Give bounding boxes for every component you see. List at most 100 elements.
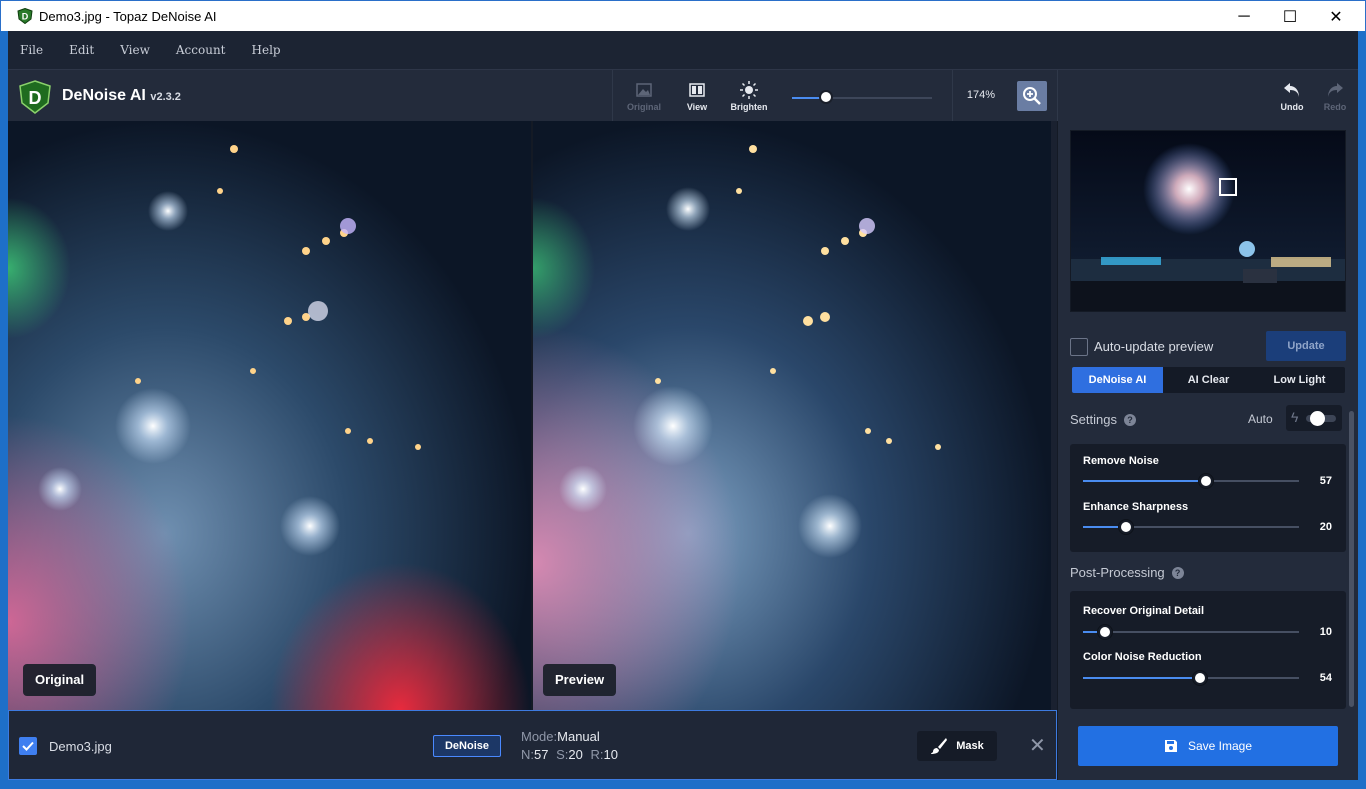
preview-view-label: Preview — [543, 664, 617, 696]
navigator-thumbnail[interactable] — [1070, 130, 1346, 312]
svg-text:D: D — [29, 88, 42, 108]
recover-detail-thumb[interactable] — [1097, 625, 1112, 639]
tab-ai-clear[interactable]: AI Clear — [1163, 367, 1254, 393]
checkmark-icon — [22, 741, 34, 751]
panel-scrollbar[interactable] — [1349, 411, 1354, 707]
tab-low-light[interactable]: Low Light — [1254, 367, 1345, 393]
undo-button[interactable]: Undo — [1270, 80, 1314, 112]
menu-edit[interactable]: Edit — [69, 43, 94, 57]
toolbar-divider — [1057, 70, 1058, 122]
original-label: Original — [626, 102, 661, 112]
original-image — [8, 121, 531, 710]
noise-value: 57 — [534, 747, 549, 762]
noise-key: N: — [521, 747, 534, 762]
sharpness-value: 20 — [568, 747, 583, 762]
view-mode-button[interactable]: View — [675, 80, 719, 112]
brighten-button[interactable]: Brighten — [727, 80, 771, 112]
auto-update-checkbox[interactable] — [1070, 338, 1088, 356]
help-icon[interactable]: ? — [1171, 567, 1184, 579]
post-processing-title: Post-Processing — [1070, 565, 1165, 580]
app-window: D Demo3.jpg - Topaz DeNoise AI ─ ☐ ✕ Fil… — [0, 0, 1366, 789]
brighten-label: Brighten — [730, 102, 768, 112]
color-noise-thumb[interactable] — [1192, 671, 1207, 685]
save-image-button[interactable]: Save Image — [1078, 726, 1338, 766]
remove-noise-label: Remove Noise — [1083, 455, 1159, 467]
minimize-button[interactable]: ─ — [1221, 1, 1267, 32]
file-name: Demo3.jpg — [49, 739, 112, 754]
zoom-level[interactable]: 174% — [958, 89, 1004, 101]
enhance-sharpness-label: Enhance Sharpness — [1083, 501, 1189, 513]
remove-noise-value: 57 — [1319, 475, 1332, 487]
enhance-sharpness-value: 20 — [1319, 521, 1332, 533]
save-image-label: Save Image — [1187, 739, 1253, 753]
maximize-button[interactable]: ☐ — [1267, 1, 1313, 32]
denoise-mode-tag: DeNoise — [433, 735, 501, 757]
menu-bar: File Edit View Account Help — [8, 31, 1358, 69]
menu-help[interactable]: Help — [252, 43, 281, 57]
auto-label: Auto — [1248, 412, 1273, 426]
mask-button[interactable]: Mask — [917, 731, 997, 761]
color-noise-fill — [1083, 677, 1200, 679]
original-view-button[interactable]: Original — [622, 80, 666, 112]
post-processing-sliders: Recover Original Detail 10 Color Noise R… — [1070, 591, 1346, 709]
mode-key: Mode: — [521, 729, 558, 744]
undo-label: Undo — [1280, 102, 1304, 112]
settings-panel: Auto-update preview Update DeNoise AI AI… — [1058, 121, 1358, 780]
mode-value: Manual — [557, 729, 600, 744]
image-viewport[interactable]: Original Preview — [8, 121, 1057, 710]
post-processing-section-title: Post-Processing? — [1070, 565, 1184, 580]
menu-view[interactable]: View — [120, 43, 150, 57]
help-icon[interactable]: ? — [1123, 414, 1136, 426]
redo-button[interactable]: Redo — [1313, 80, 1357, 112]
zoom-button[interactable] — [1017, 81, 1047, 111]
split-view-icon — [689, 83, 705, 97]
sharpness-key: S: — [556, 747, 569, 762]
toolbar: D DeNoise AI v2.3.2 Original View Bright… — [8, 69, 1358, 122]
brand-name: DeNoise AI — [62, 87, 146, 104]
color-noise-label: Color Noise Reduction — [1083, 651, 1202, 663]
file-bar: Demo3.jpg DeNoise Mode:Manual N:57 S:20 … — [8, 710, 1057, 780]
tab-denoise-ai[interactable]: DeNoise AI — [1072, 367, 1163, 393]
lightning-icon: ϟ — [1291, 409, 1299, 425]
settings-section-title: Settings? — [1070, 412, 1136, 427]
close-button[interactable]: ✕ — [1313, 1, 1359, 32]
original-view-label: Original — [23, 664, 97, 696]
menu-account[interactable]: Account — [176, 43, 226, 57]
window-title: Demo3.jpg - Topaz DeNoise AI — [39, 8, 217, 24]
original-pane[interactable]: Original — [8, 121, 531, 710]
remove-noise-thumb[interactable] — [1199, 474, 1214, 488]
preview-pane[interactable]: Preview — [533, 121, 1051, 710]
app-brand: DeNoise AI v2.3.2 — [62, 87, 181, 105]
color-noise-value: 54 — [1319, 672, 1332, 684]
enhance-sharpness-thumb[interactable] — [1119, 520, 1134, 534]
navigator-viewport-box[interactable] — [1219, 178, 1237, 196]
file-select-checkbox[interactable] — [19, 737, 37, 755]
recover-detail-value: 10 — [1319, 626, 1332, 638]
denoise-app-icon: D — [17, 8, 33, 24]
mask-label: Mask — [956, 740, 984, 752]
auto-update-label: Auto-update preview — [1094, 339, 1214, 354]
mode-summary: Mode:Manual N:57 S:20 R:10 — [521, 728, 618, 764]
zoom-slider-thumb[interactable] — [818, 90, 833, 104]
sun-icon — [740, 81, 758, 99]
recover-detail-label: Recover Original Detail — [1083, 605, 1205, 617]
image-icon — [636, 83, 652, 97]
navigator-image — [1071, 131, 1345, 311]
save-icon — [1164, 740, 1177, 752]
brush-icon — [931, 738, 948, 754]
update-button[interactable]: Update — [1266, 331, 1346, 361]
title-bar: D Demo3.jpg - Topaz DeNoise AI ─ ☐ ✕ — [0, 0, 1366, 31]
settings-title: Settings — [1070, 412, 1117, 427]
denoise-logo-icon: D — [19, 80, 51, 114]
redo-label: Redo — [1323, 102, 1347, 112]
toolbar-divider — [952, 70, 953, 122]
auto-toggle[interactable]: ϟ — [1286, 405, 1342, 431]
remove-file-icon[interactable]: ✕ — [1029, 733, 1046, 758]
settings-sliders: Remove Noise 57 Enhance Sharpness 20 — [1070, 444, 1346, 552]
toolbar-divider — [612, 70, 613, 122]
menu-file[interactable]: File — [20, 43, 43, 57]
recover-detail-track[interactable] — [1083, 631, 1299, 633]
recover-value: 10 — [603, 747, 618, 762]
zoom-in-icon — [1023, 87, 1041, 105]
recover-key: R: — [590, 747, 604, 762]
